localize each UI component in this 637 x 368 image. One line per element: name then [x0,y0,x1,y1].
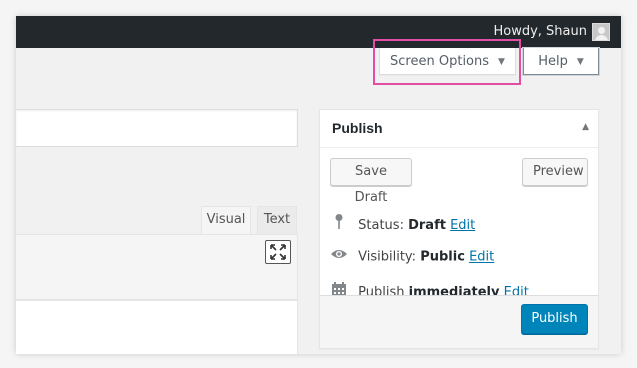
caret-down-icon: ▼ [576,57,584,67]
user-avatar-icon[interactable] [592,23,610,41]
post-visibility-row: Visibility: Public Edit [330,247,494,267]
visibility-label: Visibility: [358,249,417,265]
preview-button[interactable]: Preview [522,158,588,186]
eye-icon [330,247,348,267]
avatar-head [598,27,605,34]
screen-options-highlight-box [373,39,521,85]
wp-admin-window: Howdy, Shaun Screen Options ▼ Help ▼ Visua… [16,16,621,354]
help-label: Help [538,54,568,69]
tab-text[interactable]: Text [257,206,297,234]
publish-metabox-header[interactable]: Publish ▲ [320,110,598,148]
pin-icon [330,213,348,238]
collapse-toggle-icon[interactable]: ▲ [582,122,589,132]
publish-metabox: Publish ▲ Save Draft Preview Status: Dra… [319,109,599,349]
editor-toolbar [16,234,298,300]
publish-title: Publish [332,120,383,136]
admin-bar: Howdy, Shaun [16,16,621,48]
help-button[interactable]: Help ▼ [523,48,599,75]
publish-button[interactable]: Publish [521,304,588,334]
status-value: Draft [408,218,446,233]
editor-content-area[interactable] [16,300,298,354]
visibility-value: Public [420,249,465,265]
expand-icon [270,244,286,260]
avatar-body [595,35,608,40]
status-label: Status: [358,218,404,233]
tab-visual[interactable]: Visual [201,206,251,234]
edit-status-link[interactable]: Edit [450,218,475,233]
fullscreen-toggle-button[interactable] [265,240,291,264]
save-draft-button[interactable]: Save Draft [330,158,412,205]
post-title-input[interactable] [16,109,298,147]
post-status-row: Status: Draft Edit [330,213,475,233]
edit-visibility-link[interactable]: Edit [469,250,494,265]
